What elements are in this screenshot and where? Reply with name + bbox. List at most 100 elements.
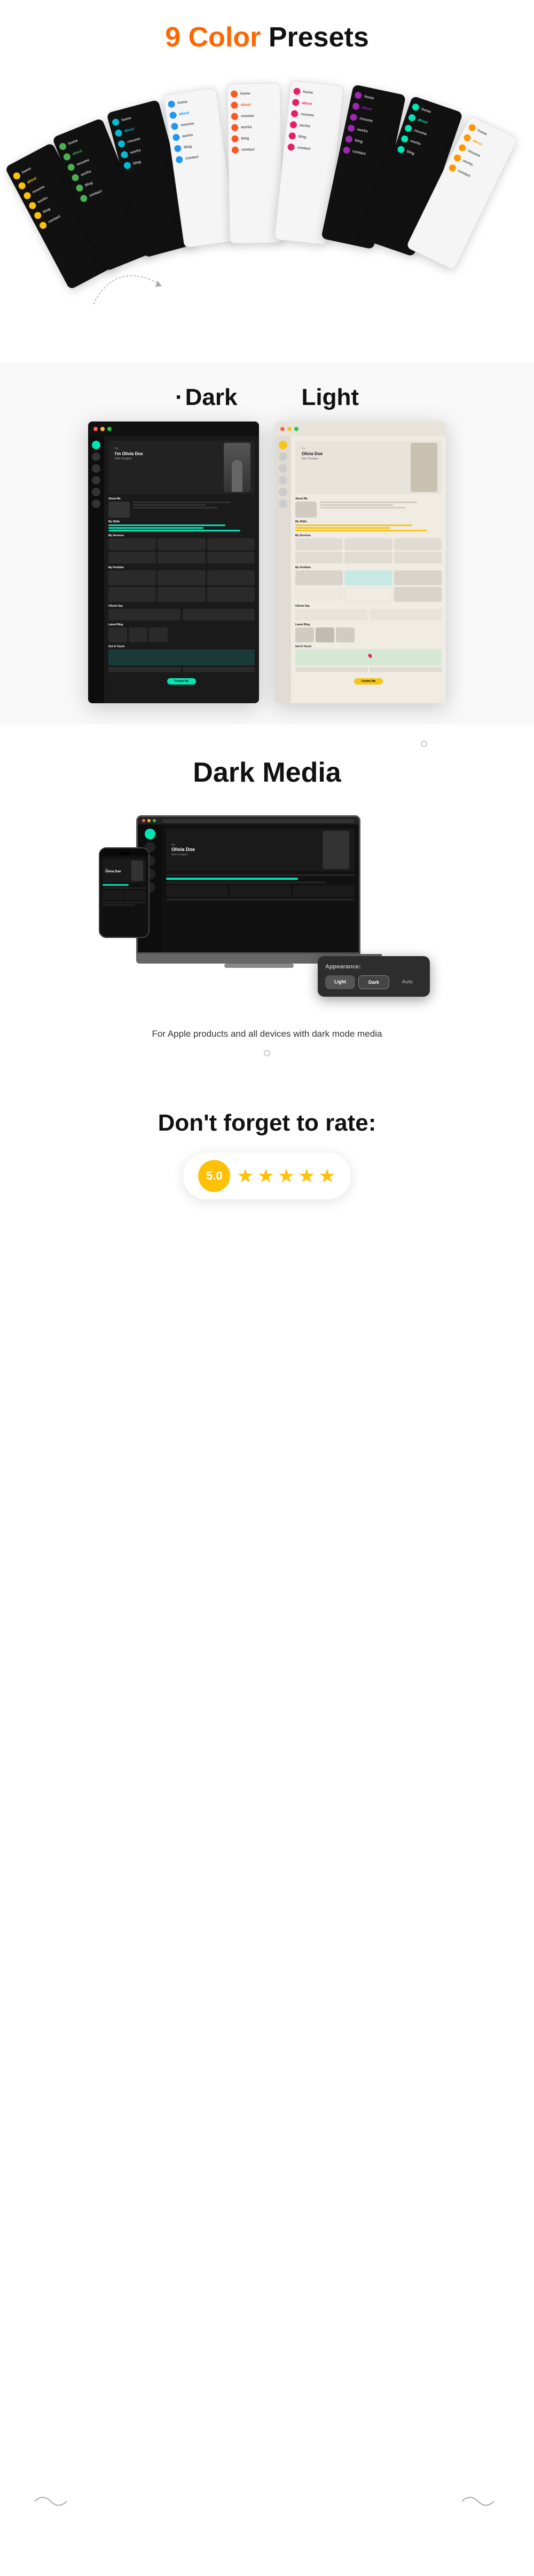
laptop-hero-text: I'm Olivia Doe Web Designer <box>171 844 317 856</box>
window-minimize-dot <box>100 427 105 431</box>
skill-bar <box>108 530 240 531</box>
rating-score: 5.0 <box>198 1160 230 1192</box>
portfolio-item <box>108 570 156 585</box>
clients-block-light: Clients Say <box>295 605 442 621</box>
portfolio-item-light <box>394 570 442 585</box>
stars-container: ★ ★ ★ ★ ★ <box>237 1165 335 1187</box>
portfolio-item <box>207 570 255 585</box>
sidebar-icon-light <box>279 464 287 473</box>
laptop-grid-item <box>230 885 292 897</box>
service-item <box>158 552 205 563</box>
star-2: ★ <box>257 1165 274 1187</box>
skills-label-light: My Skills <box>295 520 442 523</box>
dark-media-mockup-container: I'm Olivia Doe Web Designer <box>93 805 441 1018</box>
rating-title: Don't forget to rate: <box>158 1110 376 1136</box>
phone-hero: I'm Olivia Doe <box>103 858 146 882</box>
hero-title: Web Designer <box>115 457 143 460</box>
appearance-panel: Appearance: Light Dark Auto <box>318 956 430 997</box>
blog-img <box>149 627 168 642</box>
sidebar-icon-light <box>279 441 287 449</box>
rating-section: Don't forget to rate: 5.0 ★ ★ ★ ★ ★ <box>0 1078 534 1242</box>
mockup-content-dark: I'm I'm Olivia Doe Web Designer About Me <box>104 436 259 703</box>
sidebar-icon-light <box>279 499 287 508</box>
hero-im-label: I'm <box>115 447 143 450</box>
laptop-skill-bar <box>166 878 298 880</box>
phone-header <box>100 848 148 856</box>
service-item-light <box>295 538 343 550</box>
about-bar <box>133 504 206 506</box>
about-block-dark: About Me <box>108 497 255 518</box>
contact-input <box>108 667 181 672</box>
deco-dot-1 <box>421 741 427 747</box>
skills-block-dark: My Skills <box>108 520 255 531</box>
skill-bar-light <box>295 530 427 531</box>
about-label-light: About Me <box>295 497 442 500</box>
dark-mockup: I'm I'm Olivia Doe Web Designer About Me <box>88 422 259 703</box>
service-item <box>207 538 255 550</box>
sidebar-icon-light <box>279 488 287 496</box>
mode-labels: Dark Light <box>11 384 523 411</box>
contact-label: Get In Touch <box>108 645 255 648</box>
clients-block-dark: Clients Say <box>108 605 255 621</box>
dark-light-section: Dark Light <box>0 363 534 725</box>
rating-badge: 5.0 ★ ★ ★ ★ ★ <box>183 1152 350 1199</box>
appearance-label: Appearance: <box>325 964 422 970</box>
services-block-light: My Services <box>295 534 442 563</box>
service-item <box>108 538 156 550</box>
mockup-body-dark: I'm I'm Olivia Doe Web Designer About Me <box>88 436 259 703</box>
phone-person <box>131 861 143 881</box>
contact-input-light <box>370 667 442 672</box>
clients-label-light: Clients Say <box>295 605 442 608</box>
appearance-option-light[interactable]: Light <box>325 975 355 989</box>
blog-block-light: Latest Blog <box>295 623 442 642</box>
mockup-sidebar-dark <box>88 436 104 703</box>
appearance-option-dark[interactable]: Dark <box>358 975 389 989</box>
skills-block-light: My Skills <box>295 520 442 531</box>
cta-button[interactable]: Contact Me <box>167 678 197 685</box>
section-title: 9 Color Presets <box>165 21 369 53</box>
contact-label-light: Get In Touch <box>295 645 442 648</box>
star-4: ★ <box>298 1165 315 1187</box>
portfolio-item <box>158 587 205 602</box>
laptop-hero: I'm Olivia Doe Web Designer <box>166 829 355 871</box>
sidebar-icon <box>92 499 100 508</box>
laptop-foot <box>224 964 294 968</box>
browser-dot-min <box>147 819 151 822</box>
cta-button-area: Contact Me <box>108 675 255 685</box>
cta-button-light[interactable]: Contact Me <box>354 678 383 685</box>
skill-bar-light <box>295 524 412 526</box>
mockup-header-dark <box>88 422 259 436</box>
window-close-dot <box>93 427 98 431</box>
star-3: ★ <box>278 1165 295 1187</box>
blog-label-light: Latest Blog <box>295 623 442 626</box>
browser-bar <box>138 817 359 824</box>
portfolio-item-light <box>344 587 392 602</box>
map-pin <box>367 653 373 658</box>
sidebar-icon-light <box>279 452 287 461</box>
laptop-main-content: I'm Olivia Doe Web Designer <box>162 824 359 952</box>
hero-person-image <box>224 443 250 492</box>
skill-bar-light <box>295 527 390 529</box>
appearance-option-auto[interactable]: Auto <box>392 975 422 989</box>
dark-media-title-text: Dark Media <box>193 757 341 788</box>
window-maximize-dot-light <box>294 427 299 431</box>
mockup-header-light <box>275 422 446 436</box>
hero-name-light: Olivia Doe <box>302 451 323 456</box>
dark-mode-label: Dark <box>175 384 238 411</box>
blog-img-light <box>336 627 355 642</box>
dark-media-section: Dark Media <box>0 725 534 1078</box>
title-main: Presets <box>269 22 369 53</box>
about-img <box>108 502 130 518</box>
phone-grid-item <box>103 891 124 900</box>
portfolio-item-light <box>295 587 343 602</box>
portfolio-item-light <box>295 570 343 585</box>
portfolio-item <box>158 570 205 585</box>
mockup-content-light: I'm Olivia Doe Web Designer About Me <box>291 436 446 703</box>
hero-text: I'm I'm Olivia Doe Web Designer <box>115 447 143 460</box>
sidebar-icon <box>92 476 100 484</box>
blog-label: Latest Blog <box>108 623 255 626</box>
hero-name: I'm Olivia Doe <box>115 451 143 456</box>
client-item <box>183 609 255 621</box>
service-item-light <box>344 538 392 550</box>
clients-label: Clients Say <box>108 605 255 608</box>
